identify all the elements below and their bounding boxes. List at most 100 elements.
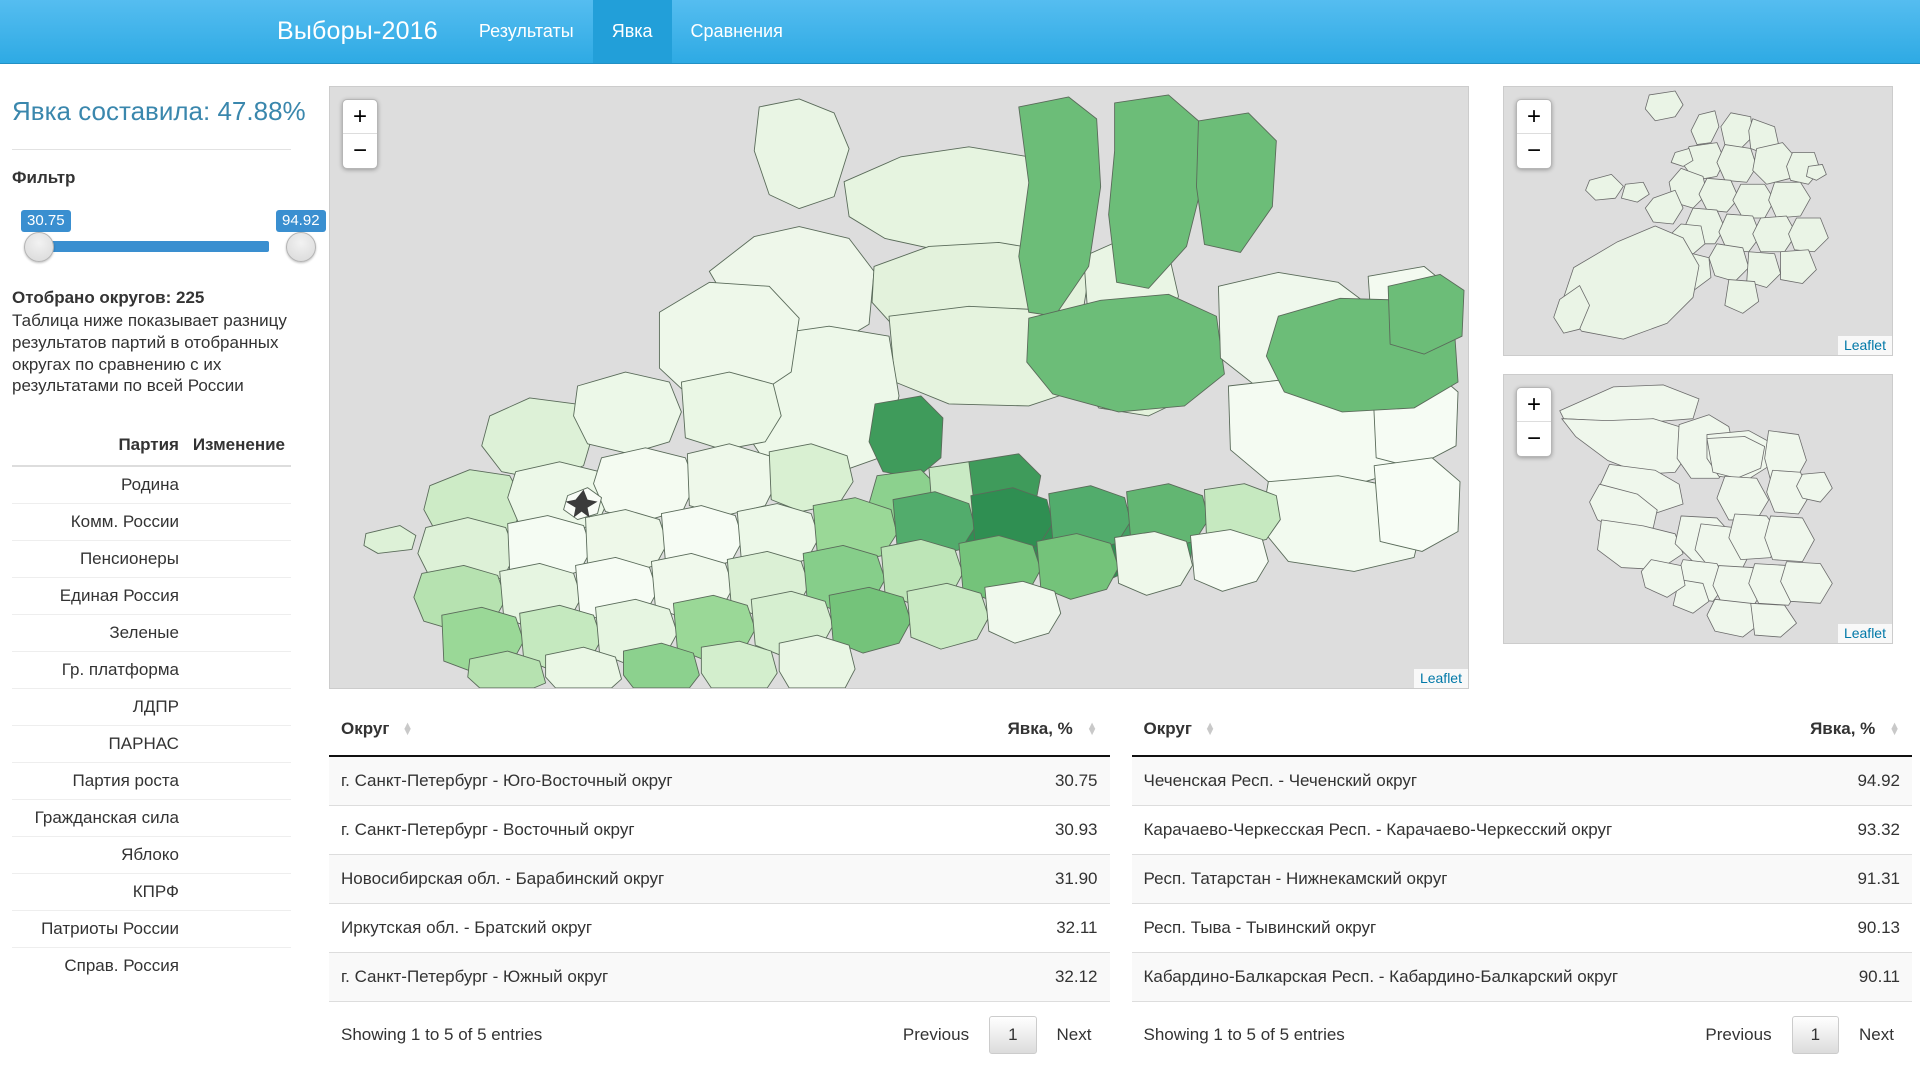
turnout-headline: Явка составила: 47.88% [12,96,306,126]
party-name-cell: Партия роста [12,762,185,800]
zoom-in-icon[interactable]: + [1517,100,1551,134]
slider-handle-min[interactable] [24,232,54,262]
party-table-header-party[interactable]: Партия [12,427,185,467]
party-table-header-change[interactable]: Изменение [184,427,291,467]
highest-turnout-table-head: Округ ▲ ▼ Явка, % ▲ ▼ [1131,705,1912,757]
party-change-cell [184,466,291,504]
filter-label: Фильтр [12,168,76,187]
map-moscow-zoom-controls[interactable]: + − [1516,99,1552,169]
party-table-row: Справ. Россия [12,948,291,985]
table-row[interactable]: Чеченская Респ. - Чеченский округ 94.92 [1131,755,1912,806]
turnout-cell: 91.31 [1766,854,1912,904]
map-russia-zoom-controls[interactable]: + − [342,99,378,169]
party-table-row: ЛДПР [12,688,291,726]
lowest-turnout-table-body: г. Санкт-Петербург - Юго-Восточный округ… [329,755,1110,1001]
zoom-in-icon[interactable]: + [1517,388,1551,422]
lowest-turnout-header-turnout[interactable]: Явка, % ▲ ▼ [920,705,1110,757]
turnout-cell: 93.32 [1766,805,1912,855]
map-russia-svg [363,94,1465,688]
party-name-cell: Родина [12,466,185,504]
table-row[interactable]: г. Санкт-Петербург - Восточный округ 30.9… [329,805,1110,855]
highest-turnout-header-district[interactable]: Округ ▲ ▼ [1131,705,1767,757]
zoom-in-icon[interactable]: + [343,100,377,134]
highest-turnout-table-wrapper: Округ ▲ ▼ Явка, % ▲ ▼ Чеченская Респ. - Че… [1131,705,1912,1054]
highest-turnout-pagination[interactable]: Previous 1 Next [1691,1016,1908,1054]
pagination-previous-button[interactable]: Previous [889,1019,983,1051]
district-cell: г. Санкт-Петербург - Восточный округ [329,805,921,855]
slider-track[interactable] [34,241,269,252]
highest-turnout-entries-info: Showing 1 to 5 of 5 entries [1143,1025,1345,1044]
sort-icon[interactable]: ▲ ▼ [402,721,414,738]
pagination-previous-button[interactable]: Previous [1691,1019,1785,1051]
district-cell: Новосибирская обл. - Барабинский округ [329,854,921,904]
party-table-row: Гражданская сила [12,799,291,837]
party-table-row: Комм. России [12,503,291,541]
table-row[interactable]: Новосибирская обл. - Барабинский округ 31… [329,854,1110,904]
party-change-cell [184,836,291,874]
party-name-cell: Зеленые [12,614,185,652]
map-saintpetersburg-attribution[interactable]: Leaflet [1837,624,1892,643]
sort-icon[interactable]: ▲ ▼ [1086,721,1098,738]
map-russia[interactable]: + − Leaflet [329,86,1469,689]
table-row[interactable]: Карачаево-Черкесская Респ. - Карачаево-Ч… [1131,805,1912,855]
zoom-out-icon[interactable]: − [1517,134,1551,168]
table-row[interactable]: Респ. Татарстан - Нижнекамский округ 91.3… [1131,854,1912,904]
party-table-row: Единая Россия [12,577,291,615]
party-change-table: Партия Изменение Родина Комм. России Пенси… [12,427,291,984]
lowest-turnout-header-row: Округ ▲ ▼ Явка, % ▲ ▼ [329,705,1110,757]
main-content: + − Leaflet + − Leaflet + − Leaflet Окру… [307,64,1920,1054]
party-table-row: Родина [12,466,291,504]
map-saintpetersburg-region[interactable]: + − Leaflet [1503,374,1893,644]
turnout-range-slider[interactable]: 30.75 94.92 [12,210,326,266]
district-cell: г. Санкт-Петербург - Южный округ [329,952,921,1001]
party-table-row: Зеленые [12,614,291,652]
map-moscow-region[interactable]: + − Leaflet [1503,86,1893,356]
party-change-cell [184,910,291,948]
pagination-next-button[interactable]: Next [1845,1019,1908,1051]
table-row[interactable]: г. Санкт-Петербург - Юго-Восточный округ… [329,755,1110,806]
nav-item-turnout[interactable]: Явка [592,0,672,63]
pagination-next-button[interactable]: Next [1043,1019,1106,1051]
party-name-cell: ПАРНАС [12,725,185,763]
sort-icon[interactable]: ▲ ▼ [1888,721,1900,738]
party-table-header-row: Партия Изменение [12,427,291,467]
map-russia-attribution[interactable]: Leaflet [1413,669,1468,688]
highest-turnout-header-district-label: Округ [1143,719,1192,738]
party-change-cell [184,725,291,763]
lowest-turnout-table: Округ ▲ ▼ Явка, % ▲ ▼ г. Санкт-Петербург -… [329,705,1110,1001]
pagination-page-1-button[interactable]: 1 [1791,1016,1840,1054]
highest-turnout-table-body: Чеченская Респ. - Чеченский округ 94.92 Ка… [1131,755,1912,1001]
highest-turnout-header-turnout[interactable]: Явка, % ▲ ▼ [1766,705,1912,757]
sort-icon[interactable]: ▲ ▼ [1205,721,1217,738]
district-cell: Иркутская обл. - Братский округ [329,903,921,953]
party-change-cell [184,503,291,541]
nav-item-comparisons[interactable]: Сравнения [672,0,802,63]
party-name-cell: Яблоко [12,836,185,874]
district-cell: Карачаево-Черкесская Респ. - Карачаево-Ч… [1131,805,1767,855]
table-row[interactable]: Кабардино-Балкарская Респ. - Кабардино-Б… [1131,952,1912,1001]
district-cell: Чеченская Респ. - Чеченский округ [1131,755,1767,806]
turnout-cell: 32.12 [920,952,1110,1001]
table-row[interactable]: Иркутская обл. - Братский округ 32.11 [329,903,1110,953]
pagination-page-1-button[interactable]: 1 [989,1016,1037,1054]
table-row[interactable]: Респ. Тыва - Тывинский округ 90.13 [1131,903,1912,953]
slider-handle-max[interactable] [286,232,316,262]
inset-maps-column: + − Leaflet + − Leaflet [1469,64,1893,644]
map-saintpetersburg-zoom-controls[interactable]: + − [1516,387,1552,457]
sidebar: Явка составила: 47.88% Фильтр 30.75 94.9… [0,64,326,984]
party-name-cell: Справ. Россия [64,956,179,975]
navbar-brand[interactable]: Выборы-2016 [255,0,460,63]
turnout-cell: 30.93 [920,805,1110,855]
party-name-cell: Патриоты России [12,910,185,948]
zoom-out-icon[interactable]: − [343,134,377,168]
highest-turnout-header-turnout-label: Явка, % [1810,719,1876,738]
nav-item-results[interactable]: Результаты [460,0,593,63]
party-table-row: Пенсионеры [12,540,291,578]
table-row[interactable]: г. Санкт-Петербург - Южный округ 32.12 [329,952,1110,1001]
turnout-cell: 31.90 [920,854,1110,904]
party-change-cell [185,948,291,985]
lowest-turnout-pagination[interactable]: Previous 1 Next [889,1016,1106,1054]
lowest-turnout-header-district[interactable]: Округ ▲ ▼ [329,705,921,757]
map-moscow-attribution[interactable]: Leaflet [1837,336,1892,355]
zoom-out-icon[interactable]: − [1517,422,1551,456]
